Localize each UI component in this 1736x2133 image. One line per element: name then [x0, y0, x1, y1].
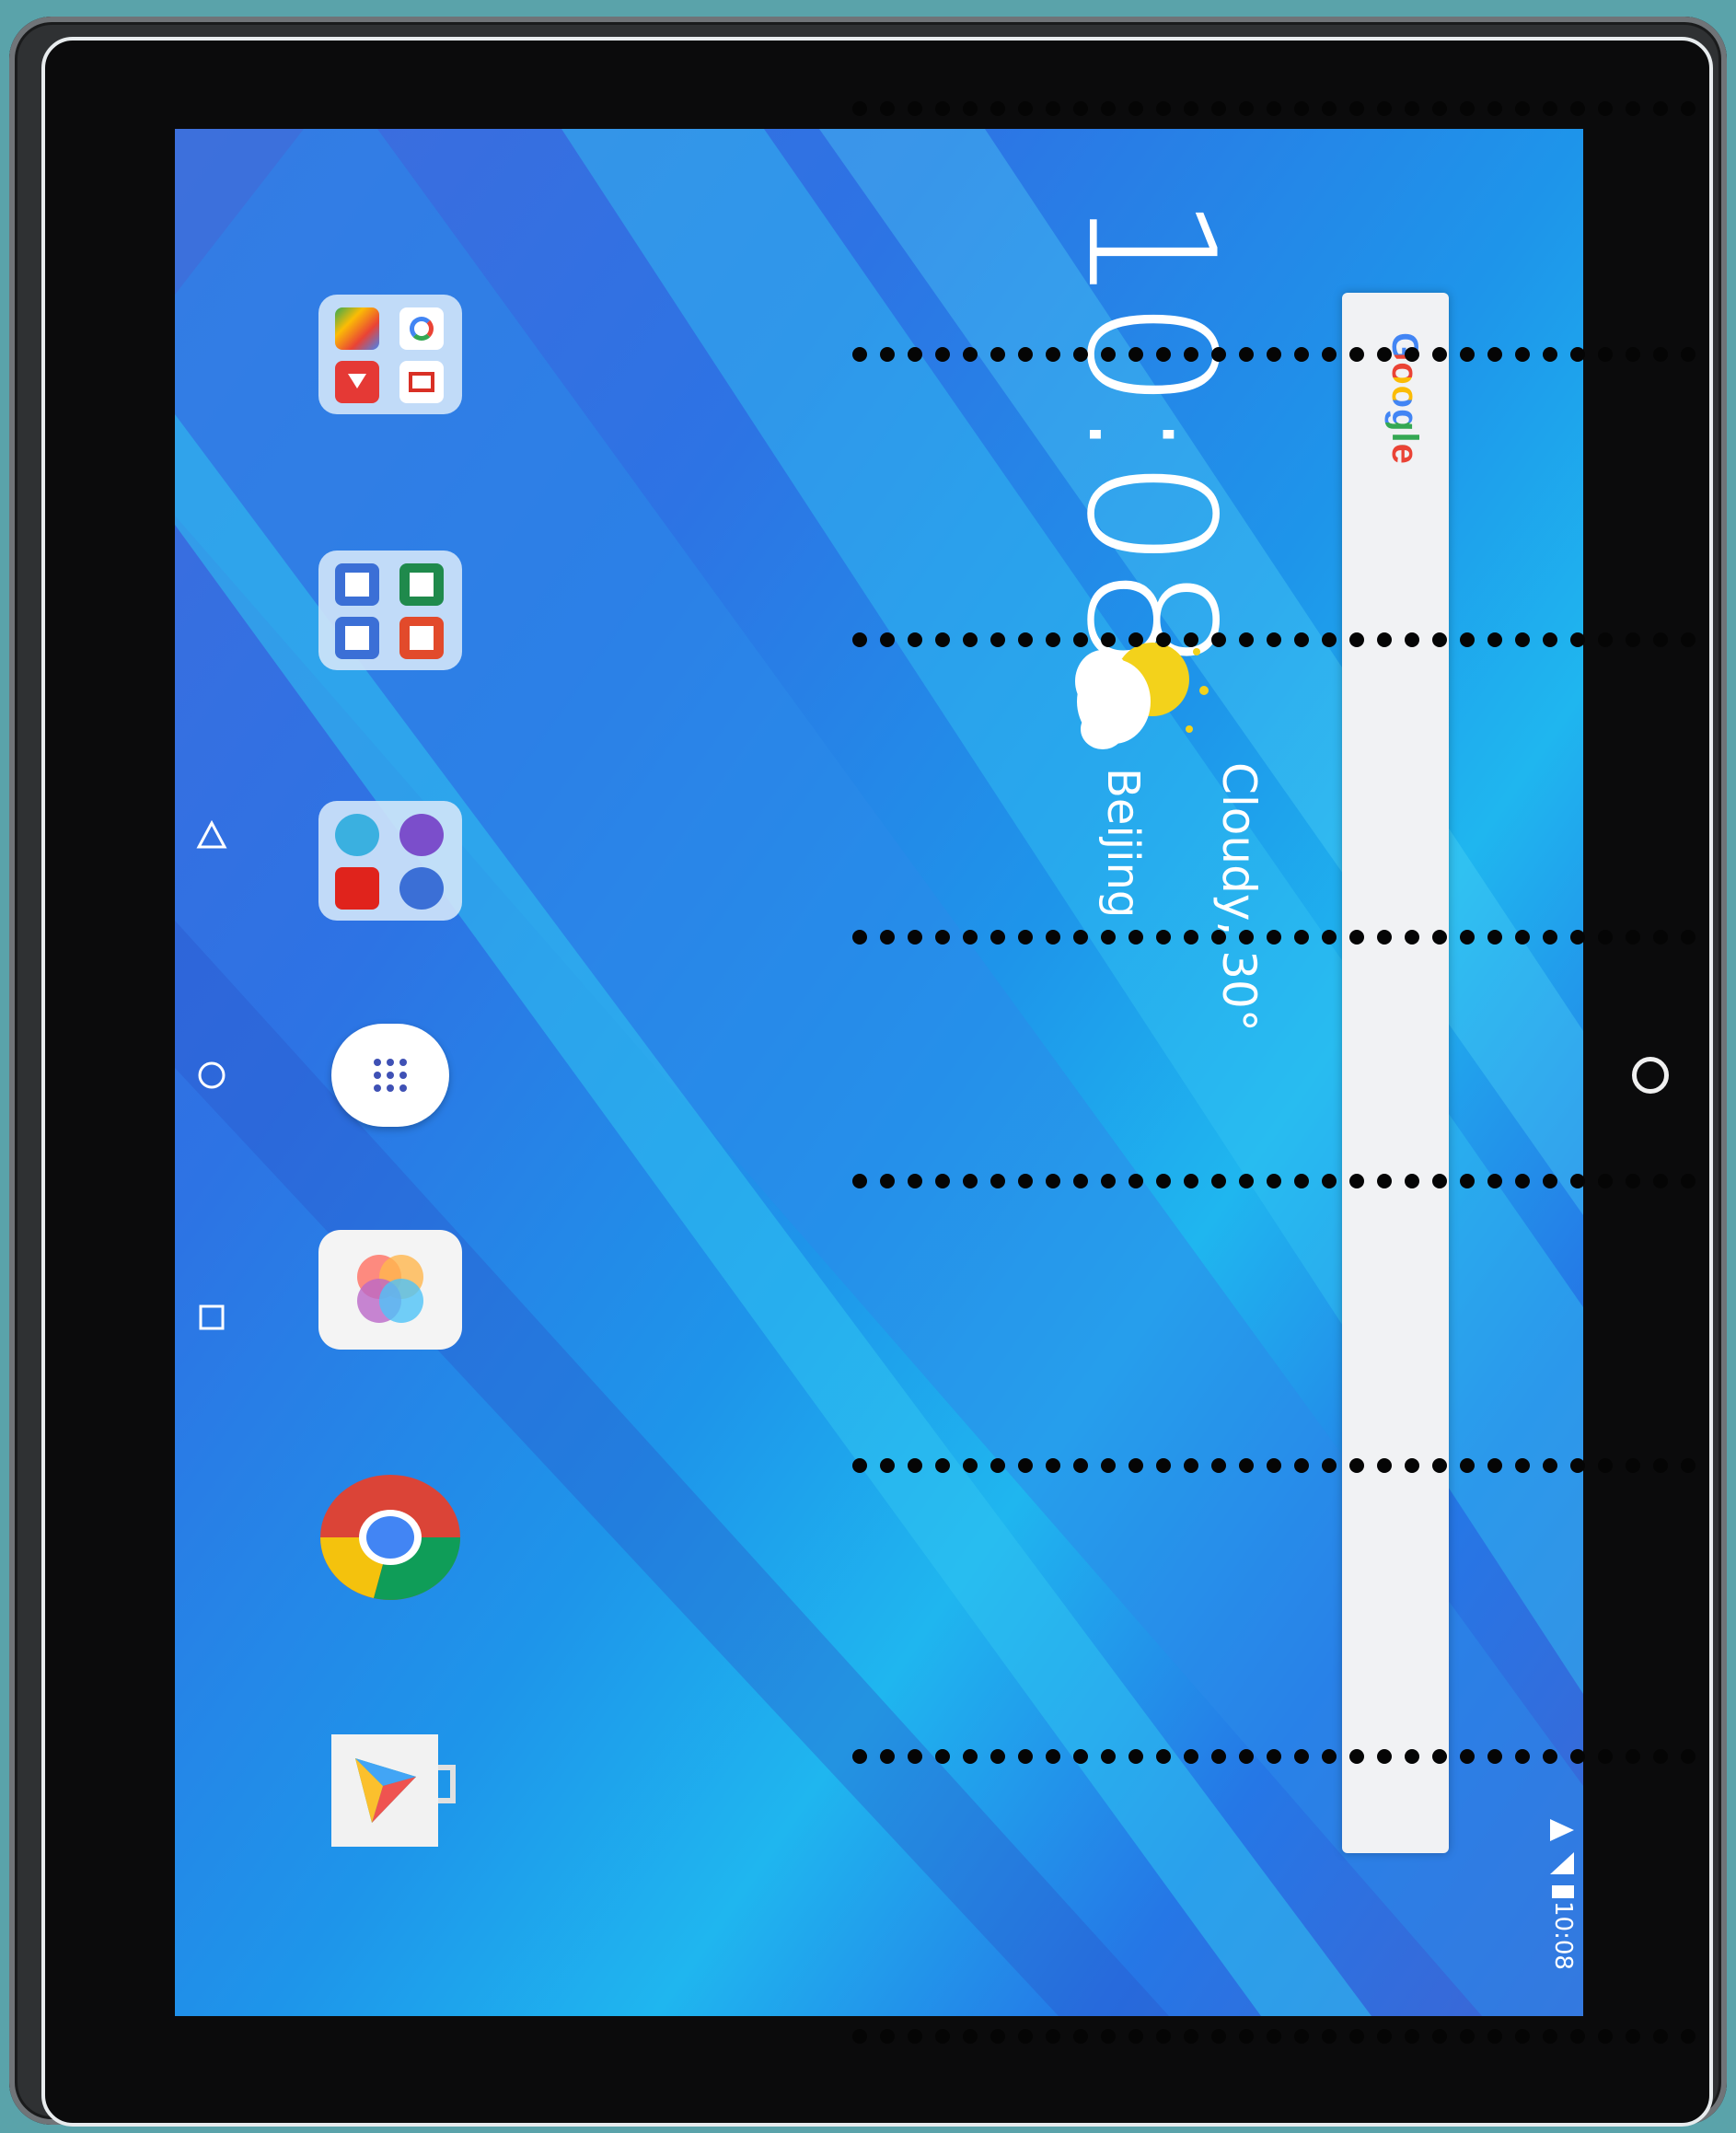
recents-square-icon[interactable] [197, 1303, 226, 1332]
weather-cloud-sun-icon [1075, 643, 1209, 749]
app-drawer-icon[interactable] [331, 1024, 449, 1127]
back-triangle-icon[interactable] [195, 819, 228, 852]
home-circle-icon[interactable] [195, 1059, 228, 1092]
google-logo: Google [1384, 332, 1425, 465]
weather-condition: Cloudy, 30° [1212, 762, 1266, 1032]
weather-city: Beijing [1097, 768, 1149, 919]
lenovo-apps-folder-icon[interactable] [318, 801, 462, 921]
front-camera [1632, 1057, 1669, 1094]
app-drawer-dots-icon [374, 1059, 407, 1092]
clock-widget[interactable]: 10:08 [1048, 193, 1252, 670]
gallery-app-icon[interactable] [318, 1230, 462, 1350]
chrome-icon[interactable] [318, 1473, 462, 1602]
home-screen: Google 10:08 Cloudy, 30° Beijing 10:08 [175, 129, 1583, 2016]
google-search-bar[interactable]: Google [1342, 293, 1449, 1853]
status-icons [1550, 1819, 1574, 1898]
play-store-icon[interactable] [328, 1731, 457, 1850]
google-apps-folder-icon[interactable] [318, 295, 462, 414]
status-clock: 10:08 [1549, 1901, 1577, 1970]
gallery-petals-icon [357, 1255, 423, 1323]
office-apps-folder-icon[interactable] [318, 551, 462, 670]
